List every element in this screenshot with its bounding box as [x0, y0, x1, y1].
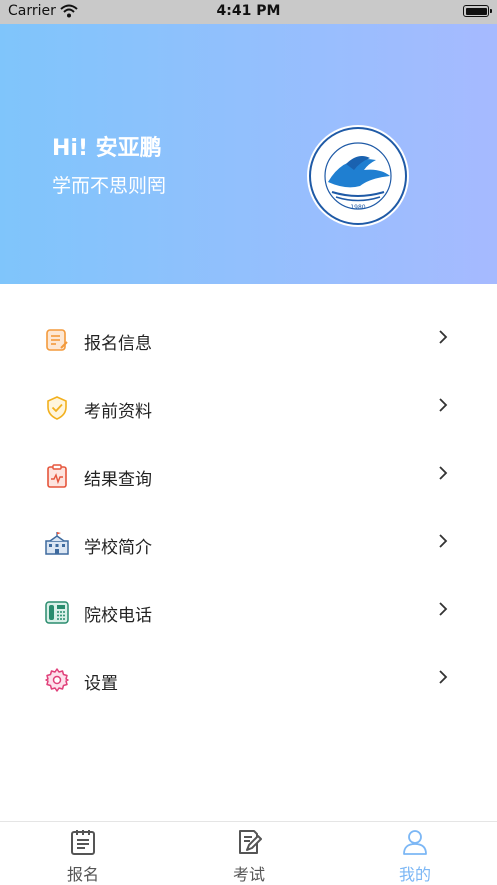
settings-gear-icon: [45, 668, 69, 692]
college-logo: 1980: [307, 125, 409, 227]
school-building-icon: [45, 532, 69, 555]
tab-exam[interactable]: 考试: [166, 822, 332, 884]
tab-label: 考试: [232, 865, 265, 884]
status-bar: Carrier 4:41 PM: [0, 0, 497, 24]
clipboard-icon: [47, 464, 67, 488]
exam-pen-icon: [239, 830, 262, 854]
tab-mine[interactable]: 我的: [332, 822, 497, 884]
menu-item-college-phone[interactable]: 院校电话: [0, 578, 497, 646]
chevron-right-icon: [439, 466, 448, 480]
menu-item-label: 学校简介: [84, 538, 152, 558]
tab-registration[interactable]: 报名: [0, 822, 166, 884]
menu-item-label: 设置: [84, 674, 118, 694]
menu-item-label: 结果查询: [84, 470, 152, 490]
chevron-right-icon: [439, 398, 448, 412]
menu-item-registration[interactable]: 报名信息: [0, 306, 497, 374]
logo-year: 1980: [350, 204, 365, 211]
motto-text: 学而不思则罔: [52, 175, 167, 197]
user-greeting: Hi! 安亚鹏: [52, 136, 162, 161]
tab-label: 报名: [66, 865, 99, 884]
shield-check-icon: [47, 396, 67, 420]
chevron-right-icon: [439, 670, 448, 684]
menu-item-label: 考前资料: [84, 402, 152, 422]
menu-item-label: 院校电话: [84, 606, 152, 626]
menu-item-exam-materials[interactable]: 考前资料: [0, 374, 497, 442]
menu-item-settings[interactable]: 设置: [0, 646, 497, 714]
battery-icon: [463, 5, 492, 17]
profile-header: Hi! 安亚鹏 学而不思则罔 1980: [0, 24, 497, 284]
status-time: 4:41 PM: [216, 3, 281, 19]
chevron-right-icon: [439, 602, 448, 616]
user-profile-icon: [403, 830, 427, 855]
bottom-tab-bar: 报名 考试 我的: [0, 821, 497, 884]
menu-item-results[interactable]: 结果查询: [0, 442, 497, 510]
menu-item-label: 报名信息: [84, 334, 152, 354]
chevron-right-icon: [439, 534, 448, 548]
registration-list-icon: [71, 830, 95, 855]
tab-label: 我的: [398, 865, 431, 884]
registration-icon: [46, 329, 68, 351]
chevron-right-icon: [439, 330, 448, 344]
menu-item-school-intro[interactable]: 学校简介: [0, 510, 497, 578]
telephone-icon: [45, 601, 69, 624]
